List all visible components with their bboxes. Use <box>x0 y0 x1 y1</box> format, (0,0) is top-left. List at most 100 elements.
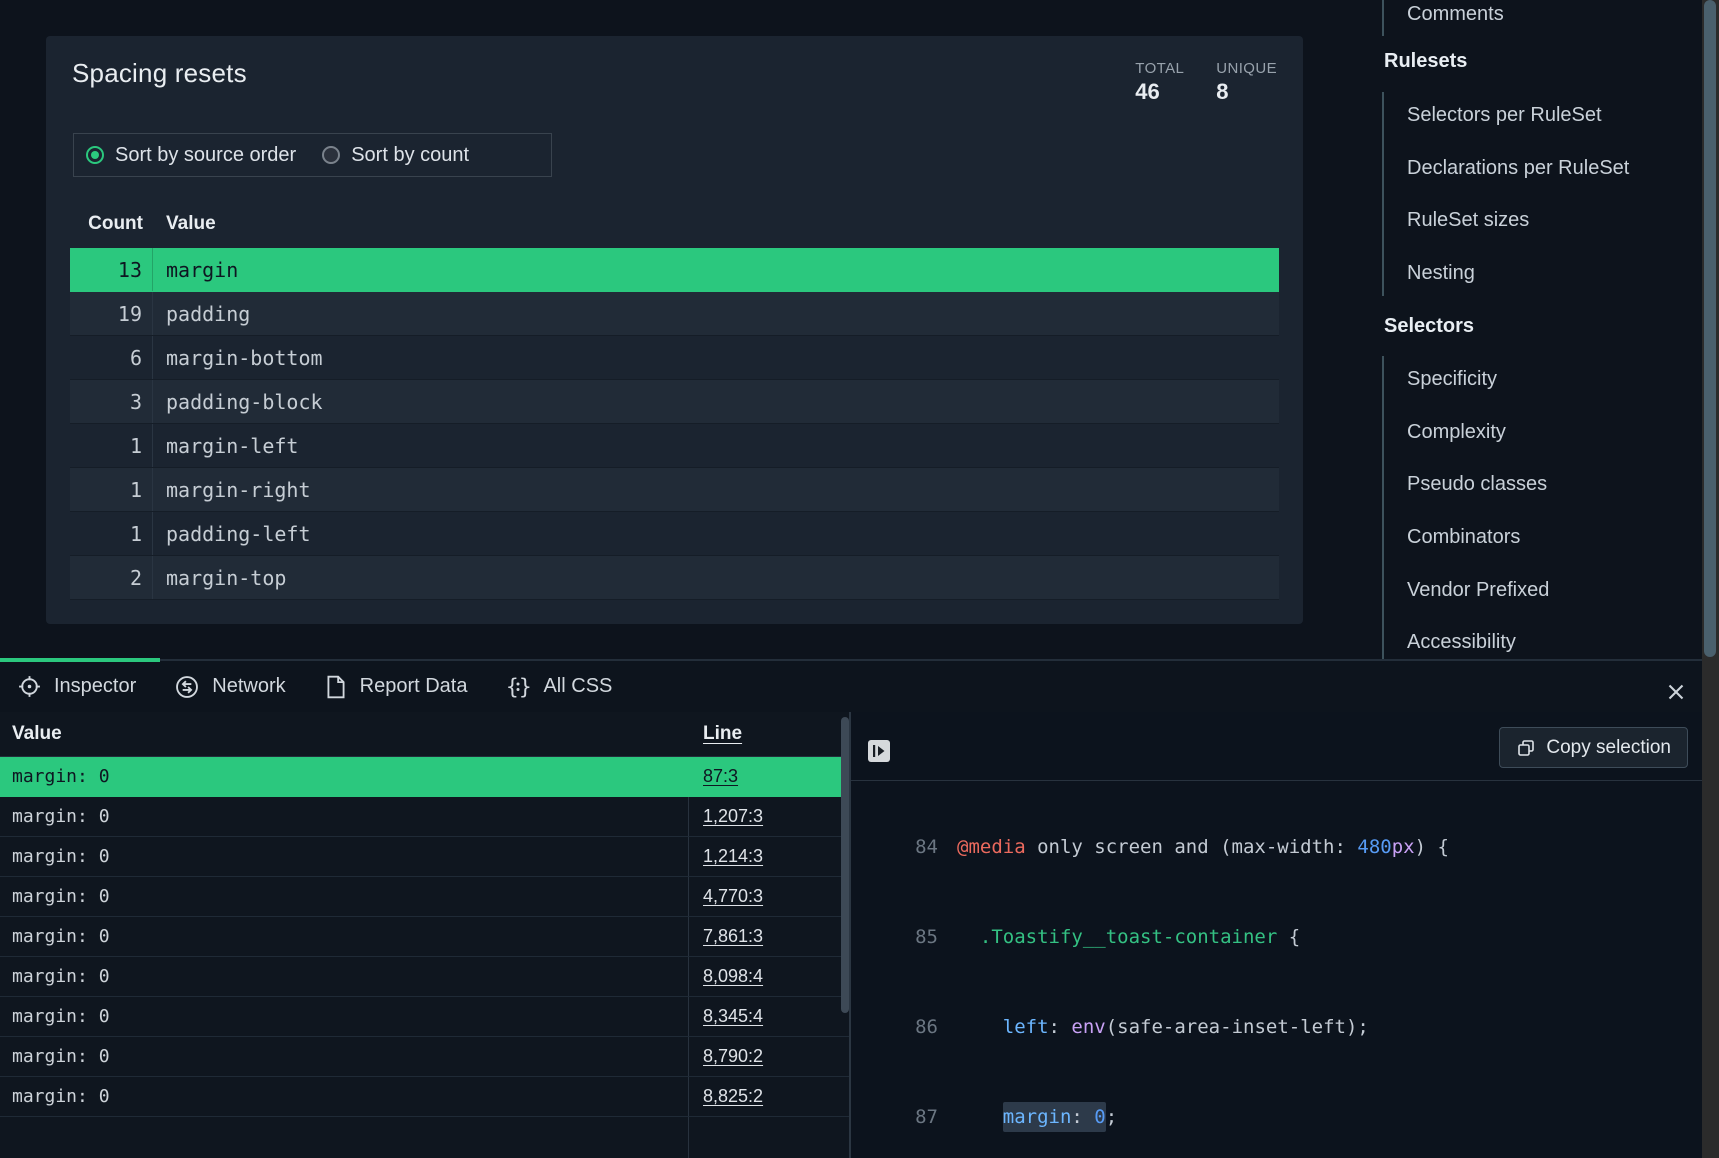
inspector-panel: Value Line margin: 0 87:3 margin: 0 1,20… <box>0 712 851 1158</box>
line-number: 84 <box>851 832 938 862</box>
inspector-row[interactable]: margin: 0 87:3 <box>0 757 849 797</box>
table-row[interactable]: 1 padding-left <box>70 512 1279 556</box>
tab-inspector[interactable]: Inspector <box>17 674 136 699</box>
stats: TOTAL 46 UNIQUE 8 <box>1135 60 1277 105</box>
line-link[interactable]: 4,770:3 <box>703 886 763 906</box>
sidebar-item-vendor-prefixed[interactable]: Vendor Prefixed <box>1407 579 1549 602</box>
expand-panel-button[interactable] <box>868 740 890 762</box>
tab-label: Inspector <box>54 675 136 698</box>
row-value: margin: 0 <box>0 1037 689 1076</box>
value-header: Value <box>153 213 216 235</box>
braces-icon: { } <box>505 674 531 700</box>
code-viewer-panel: Copy selection 84@media only screen and … <box>851 712 1702 1158</box>
line-link[interactable]: 87:3 <box>703 766 738 786</box>
line-link[interactable]: 8,790:2 <box>703 1046 763 1066</box>
sidebar-item-combinators[interactable]: Combinators <box>1407 526 1520 549</box>
line-link[interactable]: 8,345:4 <box>703 1006 763 1026</box>
table-row[interactable]: 6 margin-bottom <box>70 336 1279 380</box>
sidebar-item-declarations-per-ruleset[interactable]: Declarations per RuleSet <box>1407 157 1629 180</box>
row-count: 1 <box>70 424 153 467</box>
sidebar-group-line <box>1382 356 1384 659</box>
sidebar-scrollbar-thumb[interactable] <box>1704 0 1716 657</box>
sidebar-item-specificity[interactable]: Specificity <box>1407 368 1497 391</box>
row-count: 1 <box>70 512 153 555</box>
inspector-row[interactable]: margin: 0 8,345:4 <box>0 997 849 1037</box>
line-number: 85 <box>851 922 938 952</box>
inspector-row[interactable]: margin: 0 1,214:3 <box>0 837 849 877</box>
table-row[interactable]: 19 padding <box>70 292 1279 336</box>
row-value: margin: 0 <box>0 757 689 796</box>
line-link[interactable]: 1,207:3 <box>703 806 763 826</box>
inspector-row[interactable]: margin: 0 4,770:3 <box>0 877 849 917</box>
card-title: Spacing resets <box>72 58 247 89</box>
row-value: margin-bottom <box>153 346 323 370</box>
inspector-scrollbar-thumb[interactable] <box>841 717 849 1013</box>
row-value: margin: 0 <box>0 917 689 956</box>
tab-all-css[interactable]: { } All CSS <box>505 674 612 700</box>
tab-report-data[interactable]: Report Data <box>324 674 468 700</box>
table-row[interactable]: 3 padding-block <box>70 380 1279 424</box>
sidebar-group-line <box>1382 0 1384 36</box>
code-lines: 84@media only screen and (max-width: 480… <box>851 782 1702 1158</box>
selected-declaration: margin: 0 <box>1003 1102 1106 1132</box>
inspector-row[interactable]: margin: 0 1,207:3 <box>0 797 849 837</box>
inspector-row[interactable]: margin: 0 7,861:3 <box>0 917 849 957</box>
row-value: margin: 0 <box>0 1077 689 1116</box>
sidebar-item-nesting[interactable]: Nesting <box>1407 262 1475 285</box>
radio-unselected-icon[interactable] <box>322 146 340 164</box>
line-link[interactable]: 1,214:3 <box>703 846 763 866</box>
row-value: margin-right <box>153 478 311 502</box>
table-row[interactable]: 2 margin-top <box>70 556 1279 600</box>
inspector-row[interactable]: margin: 0 8,825:2 <box>0 1077 849 1117</box>
inspector-row[interactable]: margin: 0 8,098:4 <box>0 957 849 997</box>
sidebar-item-complexity[interactable]: Complexity <box>1407 421 1506 444</box>
sidebar-item-comments[interactable]: Comments <box>1407 3 1504 26</box>
radio-selected-icon[interactable] <box>86 146 104 164</box>
spacing-table: Count Value 13 margin 19 padding 6 margi… <box>70 200 1279 600</box>
stat-unique: UNIQUE 8 <box>1216 60 1277 105</box>
value-header: Value <box>0 723 689 745</box>
inspector-row[interactable]: margin: 0 8,790:2 <box>0 1037 849 1077</box>
row-value: padding-left <box>153 522 311 546</box>
row-value: margin: 0 <box>0 797 689 836</box>
copy-icon <box>1516 738 1536 758</box>
table-row[interactable]: 13 margin <box>70 248 1279 292</box>
file-icon <box>324 674 348 700</box>
row-value: margin-left <box>153 434 298 458</box>
sort-options-group: Sort by source order Sort by count <box>73 133 552 177</box>
spacing-table-header: Count Value <box>70 200 1279 248</box>
row-value: margin: 0 <box>0 957 689 996</box>
active-tab-indicator <box>0 658 160 662</box>
tab-label: Report Data <box>360 675 468 698</box>
radio-sort-count[interactable]: Sort by count <box>322 144 469 167</box>
stat-total-value: 46 <box>1135 79 1184 105</box>
line-link[interactable]: 7,861:3 <box>703 926 763 946</box>
inspector-row-partial <box>0 1117 849 1158</box>
sidebar-item-pseudo-classes[interactable]: Pseudo classes <box>1407 473 1547 496</box>
code-line: 85 .Toastify__toast-container { <box>851 922 1702 952</box>
tab-network[interactable]: Network <box>174 674 285 700</box>
table-row[interactable]: 1 margin-left <box>70 424 1279 468</box>
row-value: margin: 0 <box>0 837 689 876</box>
code-area[interactable]: 84@media only screen and (max-width: 480… <box>851 782 1702 1158</box>
radio-sort-source-order[interactable]: Sort by source order <box>86 144 296 167</box>
line-link[interactable]: 8,825:2 <box>703 1086 763 1106</box>
close-panel-button[interactable] <box>1662 678 1690 706</box>
sidebar-item-selectors-per-ruleset[interactable]: Selectors per RuleSet <box>1407 104 1602 127</box>
code-viewer-header: Copy selection <box>851 712 1702 781</box>
svg-text:}: } <box>519 675 531 699</box>
table-row[interactable]: 1 margin-right <box>70 468 1279 512</box>
sidebar-item-ruleset-sizes[interactable]: RuleSet sizes <box>1407 209 1529 232</box>
sidebar-group-line <box>1382 92 1384 296</box>
sidebar-item-accessibility[interactable]: Accessibility <box>1407 631 1516 654</box>
radio-label: Sort by count <box>351 144 469 167</box>
row-value: padding-block <box>153 390 323 414</box>
transfer-icon <box>174 674 200 700</box>
row-count: 6 <box>70 336 153 379</box>
copy-selection-button[interactable]: Copy selection <box>1499 727 1688 768</box>
line-link[interactable]: 8,098:4 <box>703 966 763 986</box>
tab-label: Network <box>212 675 285 698</box>
line-header[interactable]: Line <box>689 723 742 745</box>
stat-total: TOTAL 46 <box>1135 60 1184 105</box>
count-header: Count <box>70 213 153 235</box>
